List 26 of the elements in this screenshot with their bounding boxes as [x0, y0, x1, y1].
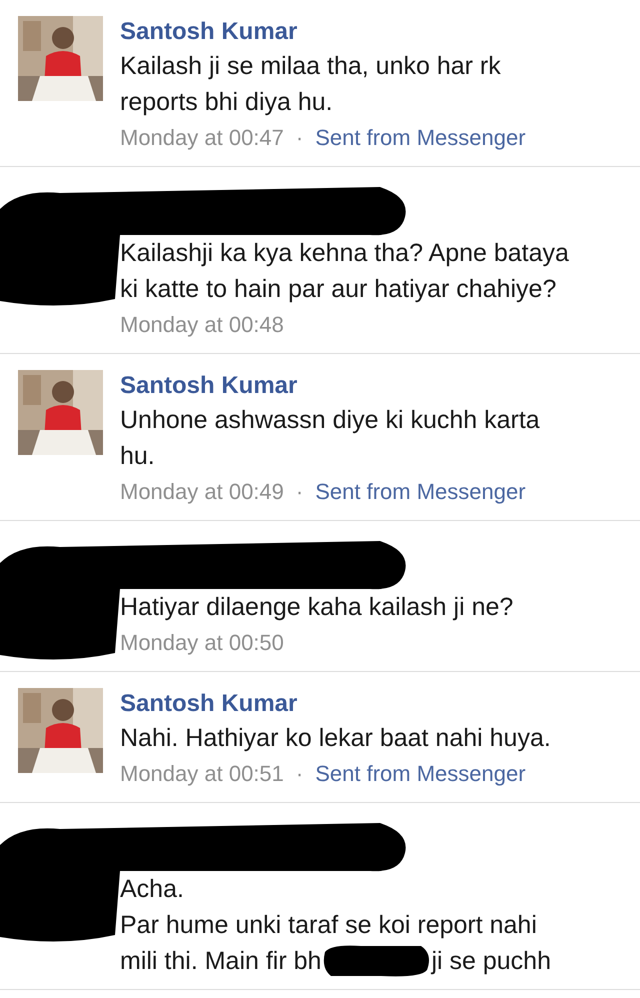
separator-dot: ·	[296, 124, 304, 152]
source-label: Sent from Messenger	[315, 760, 526, 788]
message-text: Par hume unki taraf se koi report nahi	[120, 910, 537, 941]
message-text: Nahi. Hathiyar ko lekar baat nahi huya.	[120, 723, 551, 754]
timestamp: Monday at 00:49	[120, 478, 284, 506]
message-text: Acha.	[120, 874, 184, 905]
timestamp: Monday at 00:50	[120, 629, 284, 657]
sender-name: Santosh Kumar	[120, 689, 298, 719]
timestamp: Monday at 00:48	[120, 311, 284, 339]
timestamp: Monday at 00:51	[120, 760, 284, 788]
message-text: hu.	[120, 441, 155, 472]
separator-dot: ·	[296, 478, 304, 506]
sender-name: Santosh Kumar	[120, 17, 298, 47]
separator-dot: ·	[296, 760, 304, 788]
message-text: reports bhi diya hu.	[120, 87, 333, 118]
message-text: Kailash ji se milaa tha, unko har rk	[120, 51, 501, 82]
message-text: mili thi. Main fir bh	[120, 946, 322, 977]
message-text: Unhone ashwassn diye ki kuchh karta	[120, 405, 540, 436]
message-text: ki katte to hain par aur hatiyar chahiye?	[120, 274, 556, 305]
source-label: Sent from Messenger	[315, 124, 526, 152]
timestamp: Monday at 00:47	[120, 124, 284, 152]
message-text: Hatiyar dilaenge kaha kailash ji ne?	[120, 592, 514, 623]
source-label: Sent from Messenger	[315, 478, 526, 506]
message-text: ji se puchh	[431, 946, 551, 977]
sender-name: Santosh Kumar	[120, 371, 298, 401]
message-text: Kailashji ka kya kehna tha? Apne bataya	[120, 238, 569, 269]
